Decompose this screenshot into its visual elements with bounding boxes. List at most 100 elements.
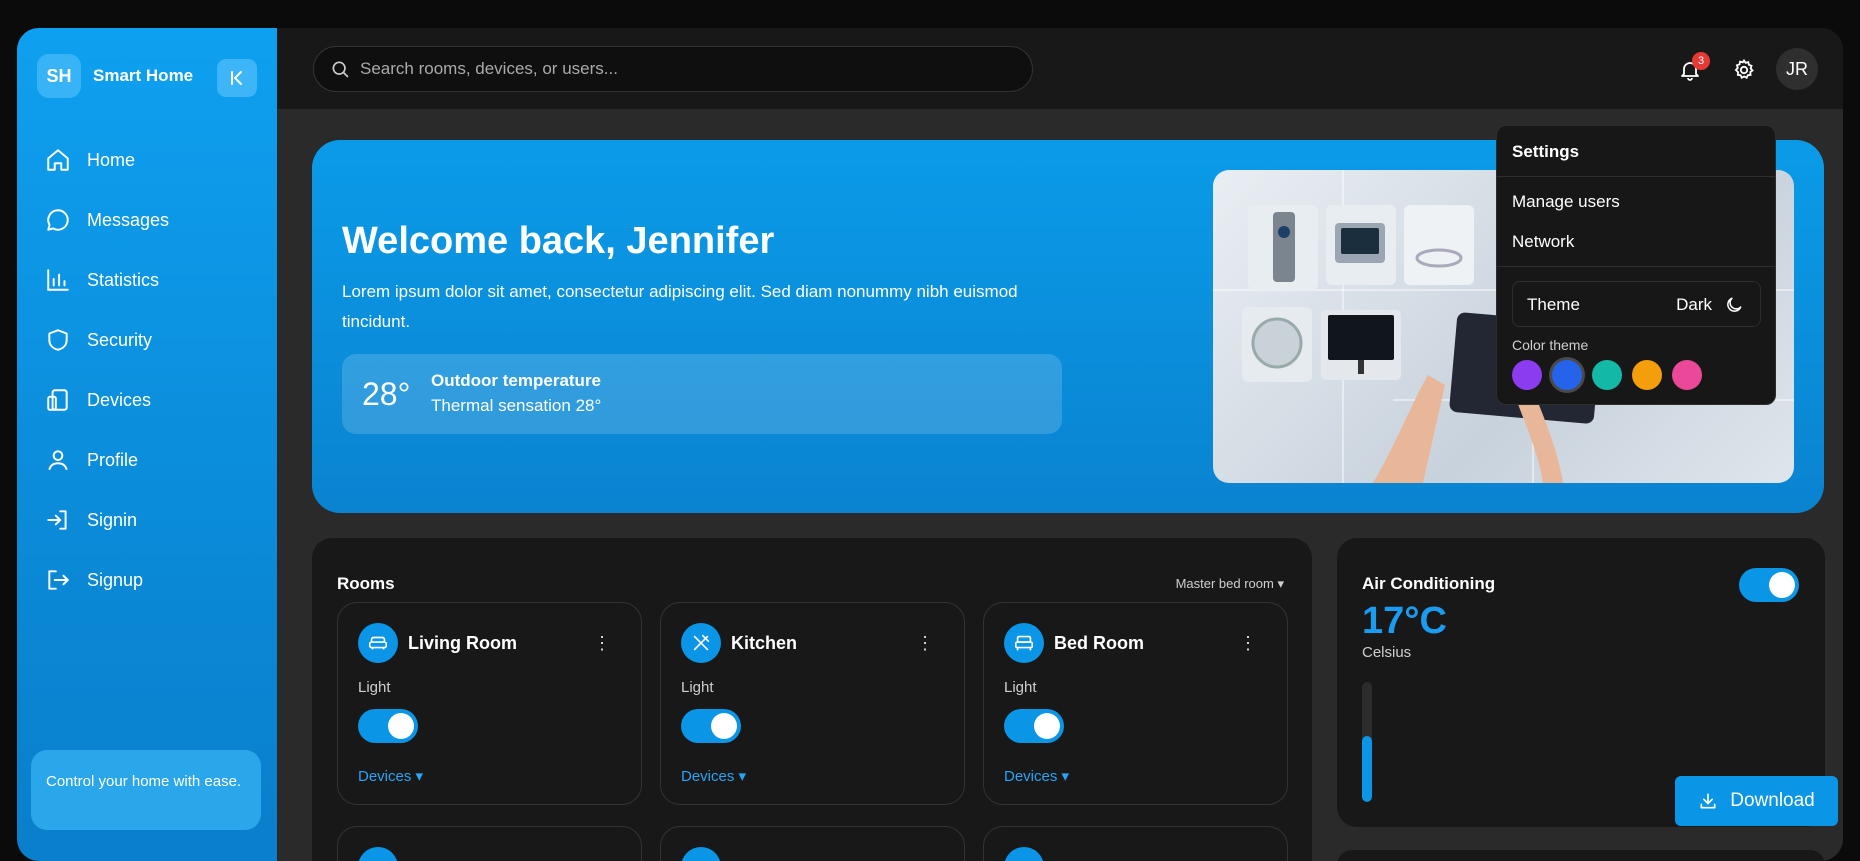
- home-icon: [47, 149, 69, 171]
- sidebar-item-label: Signin: [87, 509, 138, 530]
- welcome-text: Lorem ipsum dolor sit amet, consectetur …: [342, 282, 1018, 331]
- light-label: Light: [358, 679, 391, 696]
- menu-item-manage-users[interactable]: Manage users: [1512, 192, 1620, 212]
- settings-menu: Settings Manage users Network Theme Dark…: [1496, 125, 1776, 405]
- sidebar-item-label: Home: [87, 149, 136, 170]
- room-card-living-room: Living Room ⋮ Light Devices ▾: [337, 602, 642, 805]
- room-card: [337, 826, 642, 861]
- brand[interactable]: SH Smart Home: [37, 54, 193, 98]
- color-theme-label: Color theme: [1512, 337, 1589, 353]
- room-card: [660, 826, 965, 861]
- rooms-filter-label: Master bed room: [1175, 576, 1274, 591]
- divider: [1497, 266, 1775, 267]
- divider: [1497, 176, 1775, 177]
- utensils-icon: [681, 623, 721, 663]
- menu-item-network[interactable]: Network: [1512, 232, 1574, 252]
- light-label: Light: [681, 679, 714, 696]
- sidebar-item-signin[interactable]: Signin: [45, 490, 169, 550]
- theme-value: Dark: [1676, 295, 1712, 314]
- devices-label: Devices: [358, 768, 412, 785]
- color-swatch[interactable]: [1632, 360, 1662, 390]
- sidebar-item-signup[interactable]: Signup: [45, 550, 169, 610]
- devices-icon: [47, 389, 68, 411]
- ac-temperature: 17°C: [1362, 600, 1447, 642]
- gear-icon: [1734, 58, 1754, 80]
- promo-card: Control your home with ease.: [31, 750, 261, 830]
- light-toggle[interactable]: [1004, 709, 1064, 743]
- signin-icon: [47, 510, 67, 530]
- theme-label: Theme: [1527, 295, 1580, 314]
- collapse-sidebar-button[interactable]: [217, 59, 257, 97]
- chart-icon: [47, 269, 69, 291]
- color-swatch[interactable]: [1512, 360, 1542, 390]
- color-swatches: [1512, 360, 1712, 390]
- sidebar-item-statistics[interactable]: Statistics: [45, 250, 169, 310]
- brand-logo: SH: [37, 54, 81, 98]
- sidebar-nav: Home Messages Statistics Security Device…: [45, 130, 169, 610]
- room-icon: [681, 847, 721, 861]
- bed-icon: [1004, 623, 1044, 663]
- outdoor-temperature-label: Outdoor temperature: [431, 371, 602, 390]
- color-swatch[interactable]: [1552, 360, 1582, 390]
- room-name: Kitchen: [731, 633, 798, 653]
- welcome-title: Welcome back, Jennifer: [342, 220, 775, 262]
- sidebar-item-devices[interactable]: Devices: [45, 370, 169, 430]
- light-toggle[interactable]: [358, 709, 418, 743]
- theme-selector[interactable]: Theme Dark: [1512, 281, 1761, 327]
- rooms-panel: Rooms Master bed room ▾ Living Room ⋮ Li…: [312, 538, 1312, 861]
- sidebar-item-label: Devices: [87, 389, 152, 410]
- color-swatch[interactable]: [1592, 360, 1622, 390]
- more-options-icon[interactable]: ⋮: [1239, 633, 1257, 654]
- notifications-button[interactable]: 3: [1670, 50, 1710, 90]
- search-box[interactable]: [313, 46, 1033, 92]
- avatar[interactable]: JR: [1776, 48, 1818, 90]
- rooms-filter-dropdown[interactable]: Master bed room ▾: [1176, 576, 1284, 592]
- settings-button[interactable]: [1724, 50, 1764, 90]
- ac-unit: Celsius: [1362, 644, 1412, 661]
- download-icon: [1700, 793, 1716, 809]
- user-icon: [48, 450, 68, 471]
- settings-menu-title: Settings: [1512, 142, 1580, 161]
- more-options-icon[interactable]: ⋮: [593, 633, 611, 654]
- collapse-icon: [231, 71, 242, 85]
- search-icon: [332, 61, 349, 78]
- sidebar-item-messages[interactable]: Messages: [45, 190, 169, 250]
- notification-badge: 3: [1692, 52, 1710, 70]
- ac-power-toggle[interactable]: [1739, 568, 1799, 602]
- sidebar-item-label: Security: [87, 329, 153, 350]
- sidebar-item-security[interactable]: Security: [45, 310, 169, 370]
- devices-dropdown[interactable]: Devices ▾: [1004, 767, 1069, 785]
- color-swatch[interactable]: [1672, 360, 1702, 390]
- devices-label: Devices: [681, 768, 735, 785]
- ac-level-slider[interactable]: [1362, 682, 1372, 802]
- sidebar-item-home[interactable]: Home: [45, 130, 169, 190]
- devices-dropdown[interactable]: Devices ▾: [681, 767, 746, 785]
- caret-down-icon: ▾: [411, 768, 424, 785]
- shield-icon: [48, 329, 68, 351]
- toggle-knob: [711, 713, 737, 739]
- sidebar-item-profile[interactable]: Profile: [45, 430, 169, 490]
- panel: [1337, 850, 1825, 861]
- devices-label: Devices: [1004, 768, 1058, 785]
- top-bar: 3 JR: [277, 28, 1843, 109]
- room-name: Living Room: [408, 633, 517, 653]
- room-icon: [1004, 847, 1044, 861]
- download-button[interactable]: Download: [1675, 776, 1838, 826]
- caret-down-icon: ▾: [1057, 768, 1070, 785]
- room-card-kitchen: Kitchen ⋮ Light Devices ▾: [660, 602, 965, 805]
- ac-title: Air Conditioning: [1362, 574, 1496, 593]
- sidebar-item-label: Signup: [87, 569, 144, 590]
- devices-dropdown[interactable]: Devices ▾: [358, 767, 423, 785]
- room-card-bed-room: Bed Room ⋮ Light Devices ▾: [983, 602, 1288, 805]
- message-icon: [47, 209, 69, 231]
- toggle-knob: [388, 713, 414, 739]
- download-label: Download: [1730, 790, 1815, 811]
- signup-icon: [48, 570, 69, 590]
- room-icon: [358, 847, 398, 861]
- search-input[interactable]: [360, 59, 1000, 79]
- sidebar-item-label: Profile: [87, 449, 139, 470]
- light-toggle[interactable]: [681, 709, 741, 743]
- ac-level-fill: [1362, 736, 1372, 802]
- thermal-sensation: Thermal sensation 28°: [431, 396, 602, 415]
- more-options-icon[interactable]: ⋮: [916, 633, 934, 654]
